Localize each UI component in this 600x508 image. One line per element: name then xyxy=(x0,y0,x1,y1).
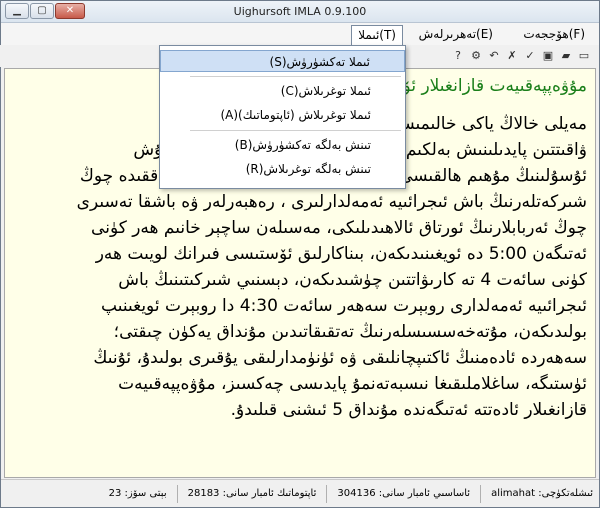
new-file-icon[interactable]: ▭ xyxy=(577,49,591,63)
status-word-count: بېتى سۆز: 23 xyxy=(108,488,167,499)
spelling-dropdown-menu: ئىملا تەكشۈرۈش(S) ئىملا توغرىلاش(C) ئىمل… xyxy=(159,45,406,189)
menu-separator xyxy=(190,130,401,131)
menu-file[interactable]: ھۆججەت(F) xyxy=(517,25,591,43)
spellcheck-icon[interactable]: ✓ xyxy=(523,49,537,63)
document-line: ئىجرائىيە ئەمەلدارى روبېرت سەھەر سائەت 4… xyxy=(101,296,587,316)
help-icon[interactable]: ? xyxy=(451,49,465,63)
menu-item-punct-correct[interactable]: تىنش بەلگە توغرىلاش(R) xyxy=(160,158,405,180)
menu-spelling[interactable]: ئىملا(T) xyxy=(351,25,403,45)
document-line: سەھەردە ئادەمنىڭ ئاكتىپچانلىقى ۋە ئۈنۈمد… xyxy=(93,348,587,368)
title-bar: ▁ ▢ ✕ Uighursoft IMLA 0.9.100 xyxy=(1,1,599,23)
status-user: ئىشلەتكۈچى: alimahat xyxy=(491,488,593,499)
menu-bar: ھۆججەت(F) تەھرىرلەش(E) ئىملا(T) xyxy=(1,23,599,45)
menu-item-correct[interactable]: ئىملا توغرىلاش(C) xyxy=(160,80,405,102)
status-divider xyxy=(176,484,178,503)
document-line: بولىدىكەن، مۇتەخەسسىسلەرنىڭ تەتقىقاتىدىن… xyxy=(113,322,587,342)
document-line: شىركەتلەرنىڭ باش ئىجرائىيە ئەمەلدارلىرى … xyxy=(76,192,587,212)
document-line: ئەتىگەن 5:00 دە ئويغىنىدىكەن، بىناكارلىق… xyxy=(95,244,587,264)
app-window: ▁ ▢ ✕ Uighursoft IMLA 0.9.100 ھۆججەت(F) … xyxy=(0,0,600,508)
status-divider xyxy=(480,484,482,503)
status-main-db: ئاساسىي ئامبار سانى: 304136 xyxy=(337,488,471,499)
status-divider xyxy=(326,484,328,503)
status-bar: ئىشلەتكۈچى: alimahat ئاساسىي ئامبار سانى… xyxy=(1,479,599,507)
document-line: كۈنى سائەت 4 تە كارىۋاتتىن چۈشىدىكەن، دې… xyxy=(118,270,587,290)
menu-edit[interactable]: تەھرىرلەش(E) xyxy=(413,25,499,43)
menu-item-spellcheck[interactable]: ئىملا تەكشۈرۈش(S) xyxy=(160,50,405,72)
menu-item-punct-check[interactable]: تىنش بەلگە تەكشۈرۈش(B) xyxy=(160,134,405,156)
menu-item-auto-correct[interactable]: ئىملا توغرىلاش (ئاپتوماتىك)(A) xyxy=(160,104,405,126)
save-icon[interactable]: ▣ xyxy=(541,49,555,63)
settings-icon[interactable]: ⚙ xyxy=(469,49,483,63)
open-folder-icon[interactable]: ▰ xyxy=(559,49,573,63)
window-title: Uighursoft IMLA 0.9.100 xyxy=(233,5,367,18)
undo-icon[interactable]: ↶ xyxy=(487,49,501,63)
document-line: قازانغىلار ئادەتتە ئەتىگەندە مۇنداق 5 ئى… xyxy=(230,400,587,420)
menu-separator xyxy=(190,76,401,77)
correct-icon[interactable]: ✗ xyxy=(505,49,519,63)
status-auto-db: ئاپتوماتىك ئامبار سانى: 28183 xyxy=(187,488,317,499)
document-line: ئۈستىگە، ساغلاملىقىغا نىسبەتەنمۇ پايدىسى… xyxy=(118,374,587,394)
document-line: چوڭ ئەربابلارنىڭ ئورتاق ئالاھىدىلىكى، مە… xyxy=(91,218,587,238)
